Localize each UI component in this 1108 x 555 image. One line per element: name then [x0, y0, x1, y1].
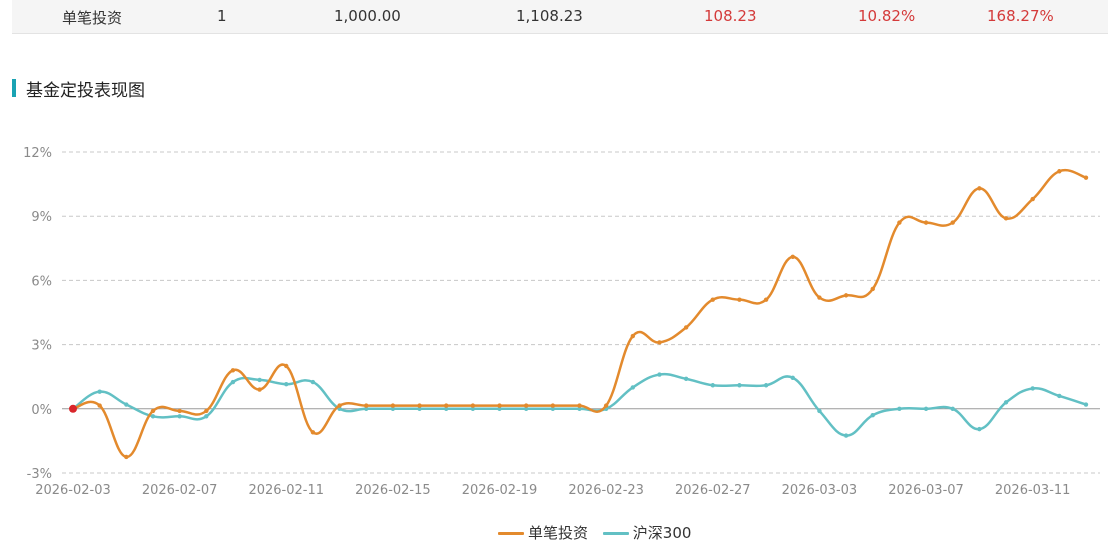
series-point-1 [124, 454, 129, 460]
series-point-1 [444, 403, 449, 408]
series-point-2 [1030, 386, 1035, 391]
series-point-1 [204, 408, 209, 414]
x-tick-label: 2026-03-11 [995, 483, 1071, 498]
series-point-1 [470, 403, 476, 408]
series-point-1 [603, 403, 609, 408]
x-tick-label: 2026-02-11 [248, 483, 324, 498]
y-tick-label: 12% [23, 146, 52, 161]
series-point-2 [817, 408, 822, 414]
series-point-1 [630, 333, 636, 339]
series-point-1 [843, 293, 849, 298]
legend-label-series2: 沪深300 [632, 524, 692, 542]
series-point-2 [230, 379, 236, 385]
series-point-1 [683, 325, 689, 330]
series-point-1 [177, 408, 182, 414]
series-point-1 [310, 430, 316, 435]
series-point-2 [763, 383, 769, 388]
series-point-1 [97, 403, 102, 408]
series-point-2 [657, 372, 662, 377]
series-point-1 [1030, 196, 1035, 202]
legend-swatch-series2 [602, 532, 629, 535]
series-point-1 [1057, 169, 1062, 174]
legend-label-series1: 单笔投资 [528, 524, 589, 542]
series-point-2 [177, 414, 182, 419]
x-tick-label: 2026-02-03 [35, 483, 111, 498]
series-point-1 [817, 295, 822, 300]
series-line-1 [72, 169, 1087, 459]
series-point-2 [977, 426, 982, 432]
performance-chart: -3% 0% 3% 6% 9% 12% 2026-02-03 2026-02-07 2026-0… [23, 146, 1100, 498]
series-point-2 [710, 383, 715, 388]
series-point-1 [230, 368, 236, 373]
series-point-1 [763, 297, 769, 302]
series-point-1 [577, 403, 582, 408]
series-point-1 [284, 363, 289, 369]
x-tick-label: 2026-02-27 [675, 483, 751, 498]
legend-swatch-series1 [498, 532, 524, 535]
series-point-2 [1057, 393, 1062, 399]
series-point-2 [204, 414, 209, 419]
series-point-2 [310, 379, 316, 385]
series-point-2 [737, 383, 742, 388]
series-point-2 [790, 375, 795, 380]
series-point-1 [337, 403, 342, 408]
x-tick-label: 2026-02-07 [142, 483, 218, 498]
series-point-2 [150, 414, 156, 419]
series-point-1 [950, 220, 955, 225]
series-point-1 [790, 254, 795, 260]
y-tick-label: 6% [31, 274, 52, 289]
start-point-marker [69, 404, 77, 413]
legend-item-series2[interactable]: 沪深300 [602, 522, 692, 543]
series-point-1 [417, 403, 422, 408]
series-point-2 [950, 406, 955, 411]
series-point-2 [870, 413, 875, 418]
series-point-1 [364, 403, 369, 408]
series-point-2 [97, 389, 102, 394]
series-point-1 [523, 403, 529, 408]
x-tick-label: 2026-03-07 [888, 483, 964, 498]
series-point-2 [630, 385, 636, 390]
series-point-1 [710, 297, 715, 302]
series-point-1 [923, 220, 929, 225]
chart-legend: 单笔投资 沪深300 [498, 522, 701, 543]
series-point-1 [257, 387, 262, 392]
x-tick-label: 2026-02-23 [568, 483, 644, 498]
series-point-2 [923, 406, 929, 411]
series-point-2 [124, 402, 129, 407]
series-point-1 [1003, 216, 1009, 221]
y-tick-label: 9% [31, 210, 52, 225]
x-tick-label: 2026-03-03 [782, 483, 858, 498]
series-point-1 [497, 403, 502, 408]
y-tick-label: 3% [31, 339, 52, 354]
y-tick-label: -3% [27, 467, 52, 482]
legend-item-series1[interactable]: 单笔投资 [498, 522, 588, 543]
series-point-2 [1083, 402, 1089, 407]
series-point-2 [897, 406, 902, 411]
series-point-1 [737, 297, 742, 302]
series-point-1 [550, 403, 556, 408]
series-point-2 [284, 381, 289, 387]
series-point-2 [683, 376, 689, 382]
series-point-2 [1003, 400, 1009, 405]
series-point-1 [657, 340, 662, 345]
series-point-1 [977, 186, 982, 191]
x-tick-label: 2026-02-19 [462, 483, 538, 498]
series-point-2 [843, 433, 849, 438]
series-point-1 [870, 286, 875, 292]
y-tick-label: 0% [31, 403, 52, 418]
series-point-2 [257, 377, 262, 383]
series-point-1 [390, 403, 396, 408]
x-tick-label: 2026-02-15 [355, 483, 431, 498]
series-point-1 [897, 220, 902, 225]
series-point-1 [1083, 175, 1089, 180]
series-point-1 [150, 408, 156, 414]
